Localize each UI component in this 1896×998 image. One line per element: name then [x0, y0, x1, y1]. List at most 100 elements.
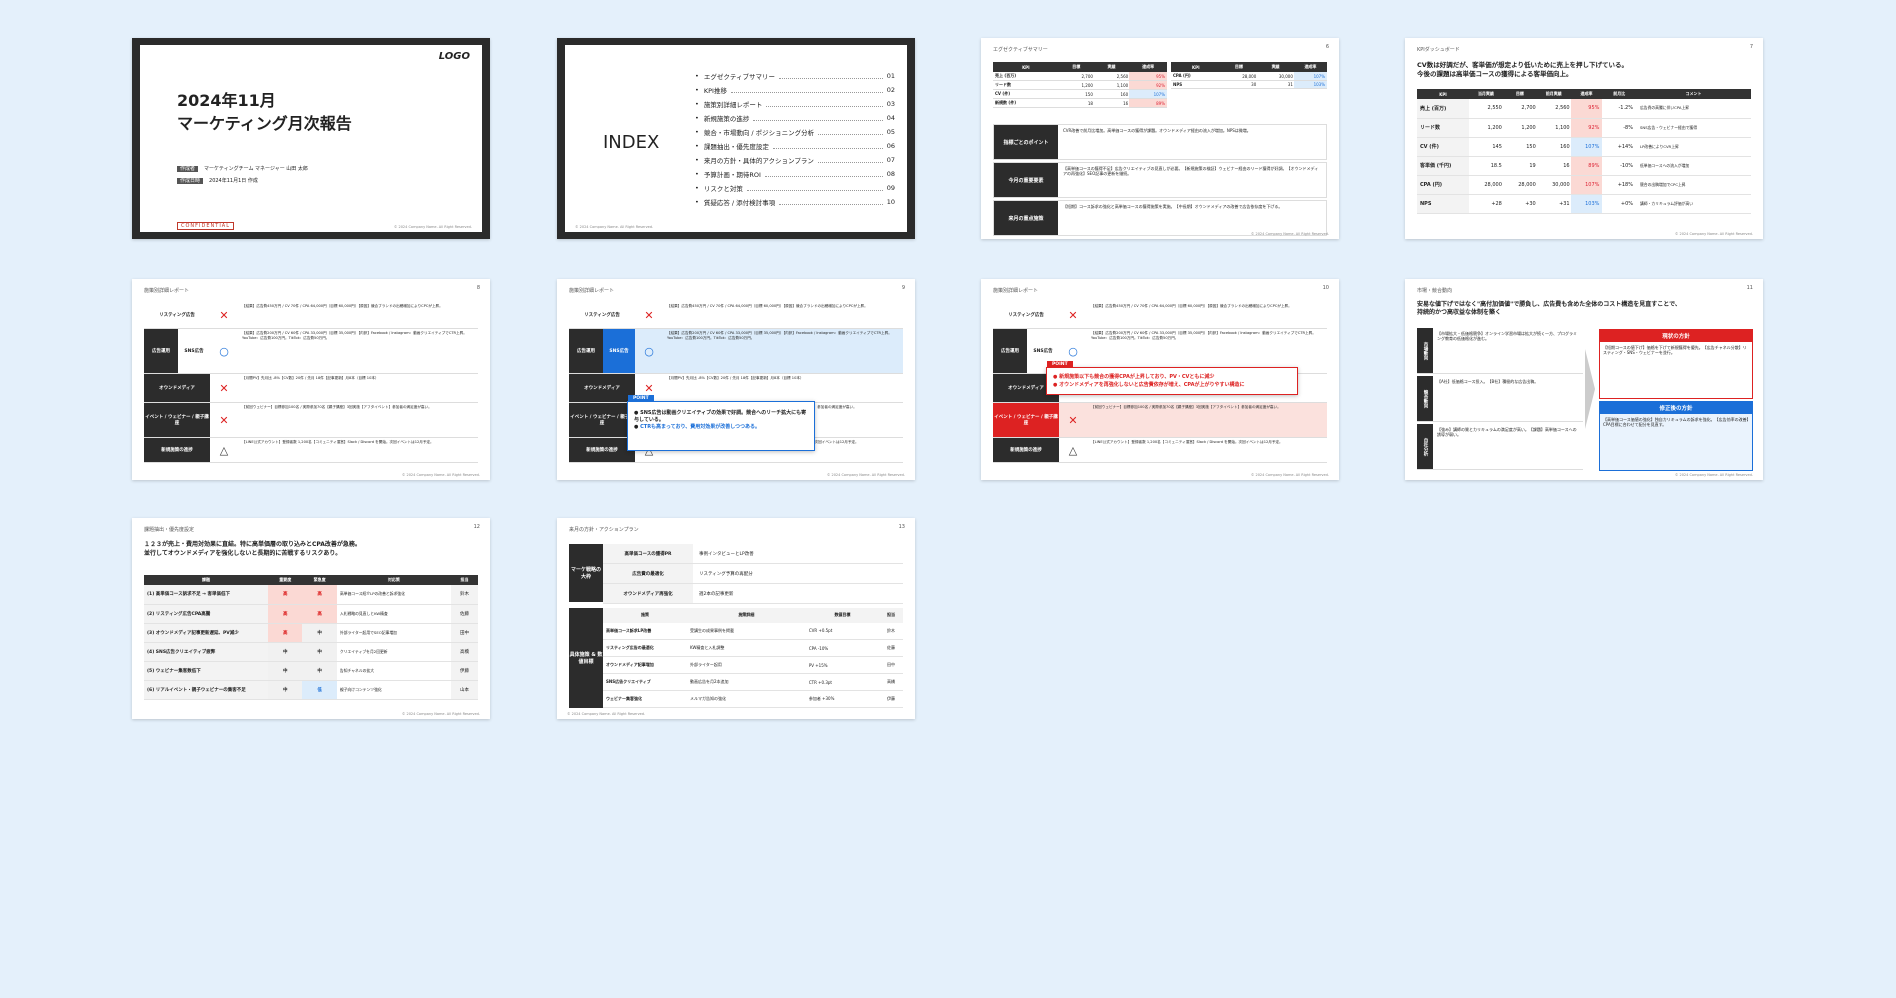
kpi-row: 売上 (百万) 2,700 2,560 95% [993, 72, 1167, 81]
index-item[interactable]: • 予算計画・期待ROI 08 [695, 167, 895, 181]
detail-row: リスティング広告 ✕ 【結果】広告費450万円 / CV 70件 / CPA 64,… [144, 302, 478, 329]
issue-text: (2) リスティング広告CPA高騰 [144, 604, 268, 623]
kpi-rate: 107% [1129, 89, 1167, 99]
leader-line [766, 102, 883, 107]
bullet-icon: • [695, 72, 699, 80]
summary-row-text: 【高単価コースの獲得不足】広告クリエイティブの見直しが必要。【新規施策の検証】ウ… [1063, 166, 1319, 176]
kpi-row: リード数 1,200 1,100 92% [993, 80, 1167, 90]
index-item[interactable]: • 質疑応答 / 添付検討事項 10 [695, 195, 895, 209]
index-item[interactable]: • 施策別詳細レポート 03 [695, 97, 895, 111]
kpi-table-left: KPI 目標 実績 達成率 売上 (百万) 2,700 2,560 95% リード数 1,200 1… [993, 62, 1167, 108]
action-detail: KW精査と入札調整 [690, 645, 725, 650]
bullet-icon: • [695, 100, 699, 108]
kpi-target: 28,000 [1502, 175, 1537, 194]
market-row-label: 競合動向 [1417, 376, 1433, 421]
kpi-name: 客単価 (千円) [1420, 163, 1452, 169]
kpi-rate: 107% [1570, 175, 1603, 194]
detail-row: オウンドメディア✕【月間PV】先月比 -8%【CV数】20件 / 先月 18件【… [144, 374, 478, 403]
section-title: エグゼクティブサマリー [993, 47, 1048, 53]
action-measure: ウェビナー集客強化 [606, 696, 642, 701]
index-item-number: 05 [886, 128, 895, 136]
issue-row: (4) SNS広告クリエイティブ疲弊中中クリエイティブを月2回更新 高橋 [144, 642, 478, 661]
detail-row-text: 【LINE公式アカウント】登録者数 1,200名【コミュニティ運営】Slack … [242, 440, 434, 444]
leader-line [730, 88, 883, 93]
issue-urgency: 低 [302, 680, 337, 699]
index-item-number: 03 [886, 100, 895, 108]
strategy-row: 広告費の最適化 リスティング予算の再配分 [603, 564, 903, 584]
point-bullet-1: 新規施策以下も競合の獲得CPAが上昇しており、PV・CVともに減少 [1059, 374, 1215, 380]
detail-row-text: 【前回ウェビナー】目標参加100名 / 実際参加70名【親子講座】3回実施【アフ… [1091, 405, 1281, 409]
issue-text: (1) 高単価コース訴求不足 → 客単価低下 [144, 585, 268, 604]
kpi-actual: 145 [1469, 137, 1503, 156]
status-mark-icon: ✕ [1068, 413, 1078, 427]
kpi-target: 2,700 [1502, 99, 1537, 118]
status-mark-icon: ○ [219, 344, 229, 358]
action-measure: SNS広告クリエイティブ [606, 679, 651, 684]
detail-row: 広告運用 SNS広告 ○ 【結果】広告費200万円 / CV 60件 / CPA 33… [569, 329, 903, 374]
issue-importance: 中 [268, 661, 303, 680]
kpi-header: 達成率 [1570, 89, 1603, 99]
summary-row-label: 指標ごとのポイント [994, 125, 1058, 159]
kpi-name: 新規数 (件) [995, 100, 1017, 105]
index-item[interactable]: • 競合・市場動向 / ポジショニング分析 05 [695, 125, 895, 139]
kpi-name: NPS [1173, 82, 1183, 87]
index-item[interactable]: • 来月の方針・具体的アクションプラン 07 [695, 153, 895, 167]
action-header: 数値目標 [805, 608, 879, 623]
index-item-label: 質疑応答 / 添付検討事項 [703, 199, 776, 207]
detail-row: イベント / ウェビナー / 親子講座 ✕ 【前回ウェビナー】目標参加100名 / … [993, 403, 1327, 438]
action-header: 施策詳細 [687, 608, 806, 623]
slide-market[interactable]: 市場・競合動向 11 安易な値下げではなく"高付加価値"で勝負し、広告費も含めた… [1405, 279, 1763, 480]
detail-row: イベント / ウェビナー / 親子講座 ✕ 【前回ウェビナー】目標参加100名 / … [144, 403, 478, 438]
action-target: CVR +0.5pt [808, 628, 833, 634]
slide-kpi[interactable]: KPIダッシュボード 7 CV数は好調だが、客単価が想定より低いために売上を押し… [1405, 38, 1763, 239]
index-item-label: 来月の方針・具体的アクションプラン [703, 157, 814, 165]
slide-index[interactable]: INDEX • エグゼクティブサマリー 01 • KPI推移 02 • 施策別詳細レポート 03… [557, 38, 915, 239]
issue-row: (2) リスティング広告CPA高騰高高入札戦略の見直しとKW精査 佐藤 [144, 604, 478, 623]
slide-cover[interactable]: LOGO 2024年11月 マーケティング月次報告 作成者 マーケティングチーム … [132, 38, 490, 239]
kpi-rate: 107% [1570, 137, 1603, 156]
strategy-key: 広告費の最適化 [603, 564, 693, 583]
kpi-diff: +0% [1602, 194, 1636, 213]
status-mark-icon: △ [1068, 443, 1078, 457]
action-target: PV +15% [808, 662, 828, 668]
slide-executive-summary[interactable]: エグゼクティブサマリー 6 KPI 目標 実績 達成率 売上 (百万) 2,700 2,56… [981, 38, 1339, 239]
action-target: CTR +0.3pt [808, 679, 832, 685]
detail-row: オウンドメディア✕【月間PV】先月比 -8%【CV数】20件 / 先月 18件【… [569, 374, 903, 403]
kpi-target: 18 [1087, 100, 1093, 106]
issue-importance: 中 [268, 680, 303, 699]
slide-detail-2[interactable]: 施策別詳細レポート 9 リスティング広告 ✕ 【結果】広告費450万円 / CV 7… [557, 279, 915, 480]
kpi-name: リード数 [1420, 125, 1441, 131]
leader-line [746, 186, 883, 191]
bullet-icon: • [695, 198, 699, 206]
slide-action-plan[interactable]: 来月の方針・アクションプラン 13 マーケ戦略の大枠 高単価コースの獲得PR 事例… [557, 518, 915, 719]
strategy-key: オウンドメディア再強化 [603, 584, 693, 603]
status-mark-icon: ✕ [219, 308, 229, 322]
index-item-label: エグゼクティブサマリー [703, 73, 775, 81]
kpi-row: リード数 1,200 1,200 1,100 92% -8% SNS広告・ウェビナー経由で獲… [1417, 118, 1751, 137]
slide-issues[interactable]: 課題抽出・優先度設定 12 １２３が売上・費用対効果に直結。特に高単価層の取り込… [132, 518, 490, 719]
summary-row: 来月の重点施策 【短期】コース訴求の強化と高単価コースの獲得施策を実施。【中長期】… [993, 200, 1327, 236]
kpi-actual: 16 [1123, 100, 1129, 106]
kpi-row: CPA (円) 28,000 30,000 107% [1171, 72, 1327, 81]
copyright: © 2024 Company Name. All Right Reserved. [401, 473, 480, 477]
slide-detail-1[interactable]: 施策別詳細レポート 8 リスティング広告 ✕ 【結果】広告費450万円 / CV 7… [132, 279, 490, 480]
action-measure: 高単価コース訴求LP改善 [606, 627, 652, 633]
index-item[interactable]: • 新規施策の進捗 04 [695, 111, 895, 125]
index-item[interactable]: • 課題抽出・優先度設定 06 [695, 139, 895, 153]
index-item[interactable]: • エグゼクティブサマリー 01 [695, 69, 895, 83]
kpi-actual: 18.5 [1469, 156, 1503, 175]
index-item[interactable]: • リスクと対策 09 [695, 181, 895, 195]
kpi-row: 売上 (百万) 2,550 2,700 2,560 95% -1.2% 広告費の高騰に伴いC… [1417, 99, 1751, 118]
kpi-header: KPI [1417, 89, 1469, 99]
issue-text: (3) オウンドメディア記事更新遅延、PV減少 [144, 623, 268, 642]
detail-row-text: 【結果】広告費200万円 / CV 60件 / CPA 33,000円（目標 3… [242, 331, 467, 340]
index-item-label: KPI推移 [703, 87, 727, 95]
index-item[interactable]: • KPI推移 02 [695, 83, 895, 97]
kpi-diff: +18% [1602, 175, 1636, 194]
cover-title-line2: マーケティング月次報告 [177, 114, 352, 133]
index-item-number: 08 [886, 170, 895, 178]
page-number: 9 [901, 285, 905, 291]
strategy-value: 週2本の記事更新 [699, 591, 734, 597]
slide-detail-3[interactable]: 施策別詳細レポート 10 リスティング広告 ✕ 【結果】広告費450万円 / CV … [981, 279, 1339, 480]
kpi-table: KPI 当月実績 目標 前月実績 達成率 前月比 コメント 売上 (百万) 2,550 2,700… [1417, 89, 1751, 214]
